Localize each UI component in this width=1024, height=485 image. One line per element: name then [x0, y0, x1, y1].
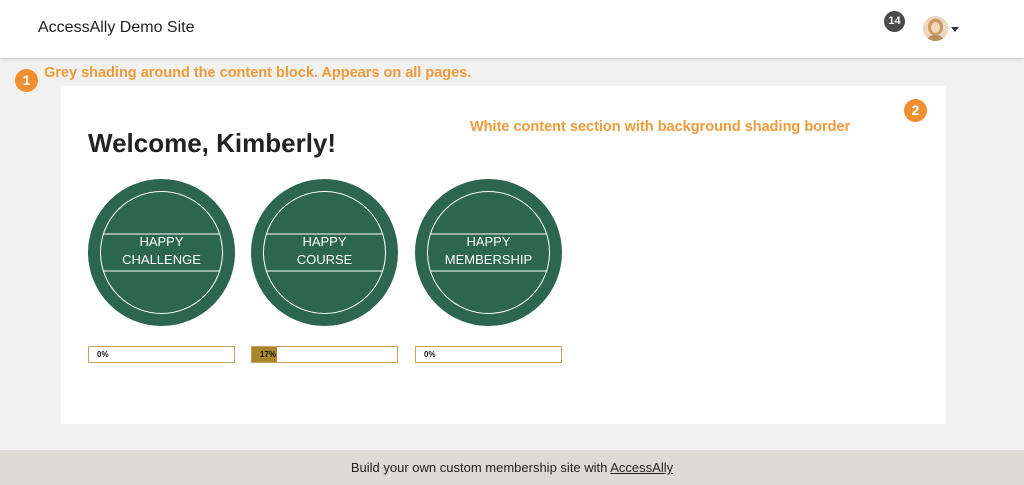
footer-accessally-link[interactable]: AccessAlly — [610, 460, 673, 475]
card-label-line2: CHALLENGE — [122, 252, 201, 267]
course-card-happy-course[interactable]: HAPPY COURSE — [251, 179, 398, 326]
course-card-happy-membership[interactable]: HAPPY MEMBERSHIP — [415, 179, 562, 326]
user-avatar[interactable] — [923, 16, 948, 41]
callout-badge-1: 1 — [15, 69, 38, 92]
content-section: Welcome, Kimberly! 2 White content secti… — [61, 86, 946, 424]
card-label-line1: HAPPY — [466, 234, 511, 249]
top-header: AccessAlly Demo Site 14 — [0, 0, 1024, 58]
callout-text-1: Grey shading around the content block. A… — [44, 65, 472, 81]
card-label-line1: HAPPY — [139, 234, 184, 249]
course-card-happy-challenge[interactable]: HAPPY CHALLENGE — [88, 179, 235, 326]
notification-badge[interactable]: 14 — [884, 11, 905, 32]
progress-label: 0% — [424, 350, 436, 359]
card-label-line1: HAPPY — [302, 234, 347, 249]
card-label: HAPPY COURSE — [265, 233, 384, 269]
progress-bar-happy-membership: 0% — [415, 346, 562, 363]
avatar-icon — [923, 16, 948, 41]
progress-label: 0% — [97, 350, 109, 359]
welcome-heading: Welcome, Kimberly! — [88, 128, 337, 158]
site-title[interactable]: AccessAlly Demo Site — [38, 19, 195, 37]
footer-text: Build your own custom membership site wi… — [350, 460, 611, 475]
caret-down-icon[interactable] — [951, 27, 959, 32]
card-label-line2: MEMBERSHIP — [444, 252, 533, 267]
progress-bar-happy-challenge: 0% — [88, 346, 235, 363]
progress-label: 17% — [260, 350, 277, 359]
callout-text-2: White content section with background sh… — [470, 119, 851, 135]
card-label: HAPPY CHALLENGE — [102, 233, 221, 269]
card-label-line2: COURSE — [296, 252, 353, 267]
progress-bar-happy-course: 17% — [251, 346, 398, 363]
site-footer: Build your own custom membership site wi… — [0, 450, 1024, 485]
callout-badge-2: 2 — [904, 99, 927, 122]
card-label: HAPPY MEMBERSHIP — [429, 233, 548, 269]
